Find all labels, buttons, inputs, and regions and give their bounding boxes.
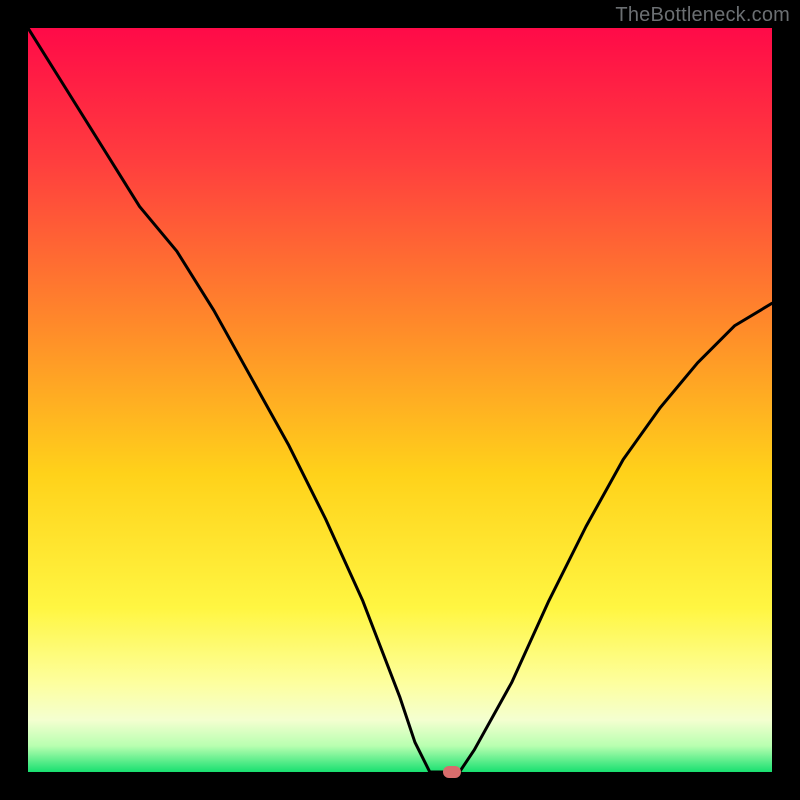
chart-frame: TheBottleneck.com (0, 0, 800, 800)
gradient-background (28, 28, 772, 772)
bottleneck-marker (443, 766, 461, 778)
watermark-text: TheBottleneck.com (615, 4, 790, 27)
plot-area (28, 28, 772, 772)
plot-svg (28, 28, 772, 772)
